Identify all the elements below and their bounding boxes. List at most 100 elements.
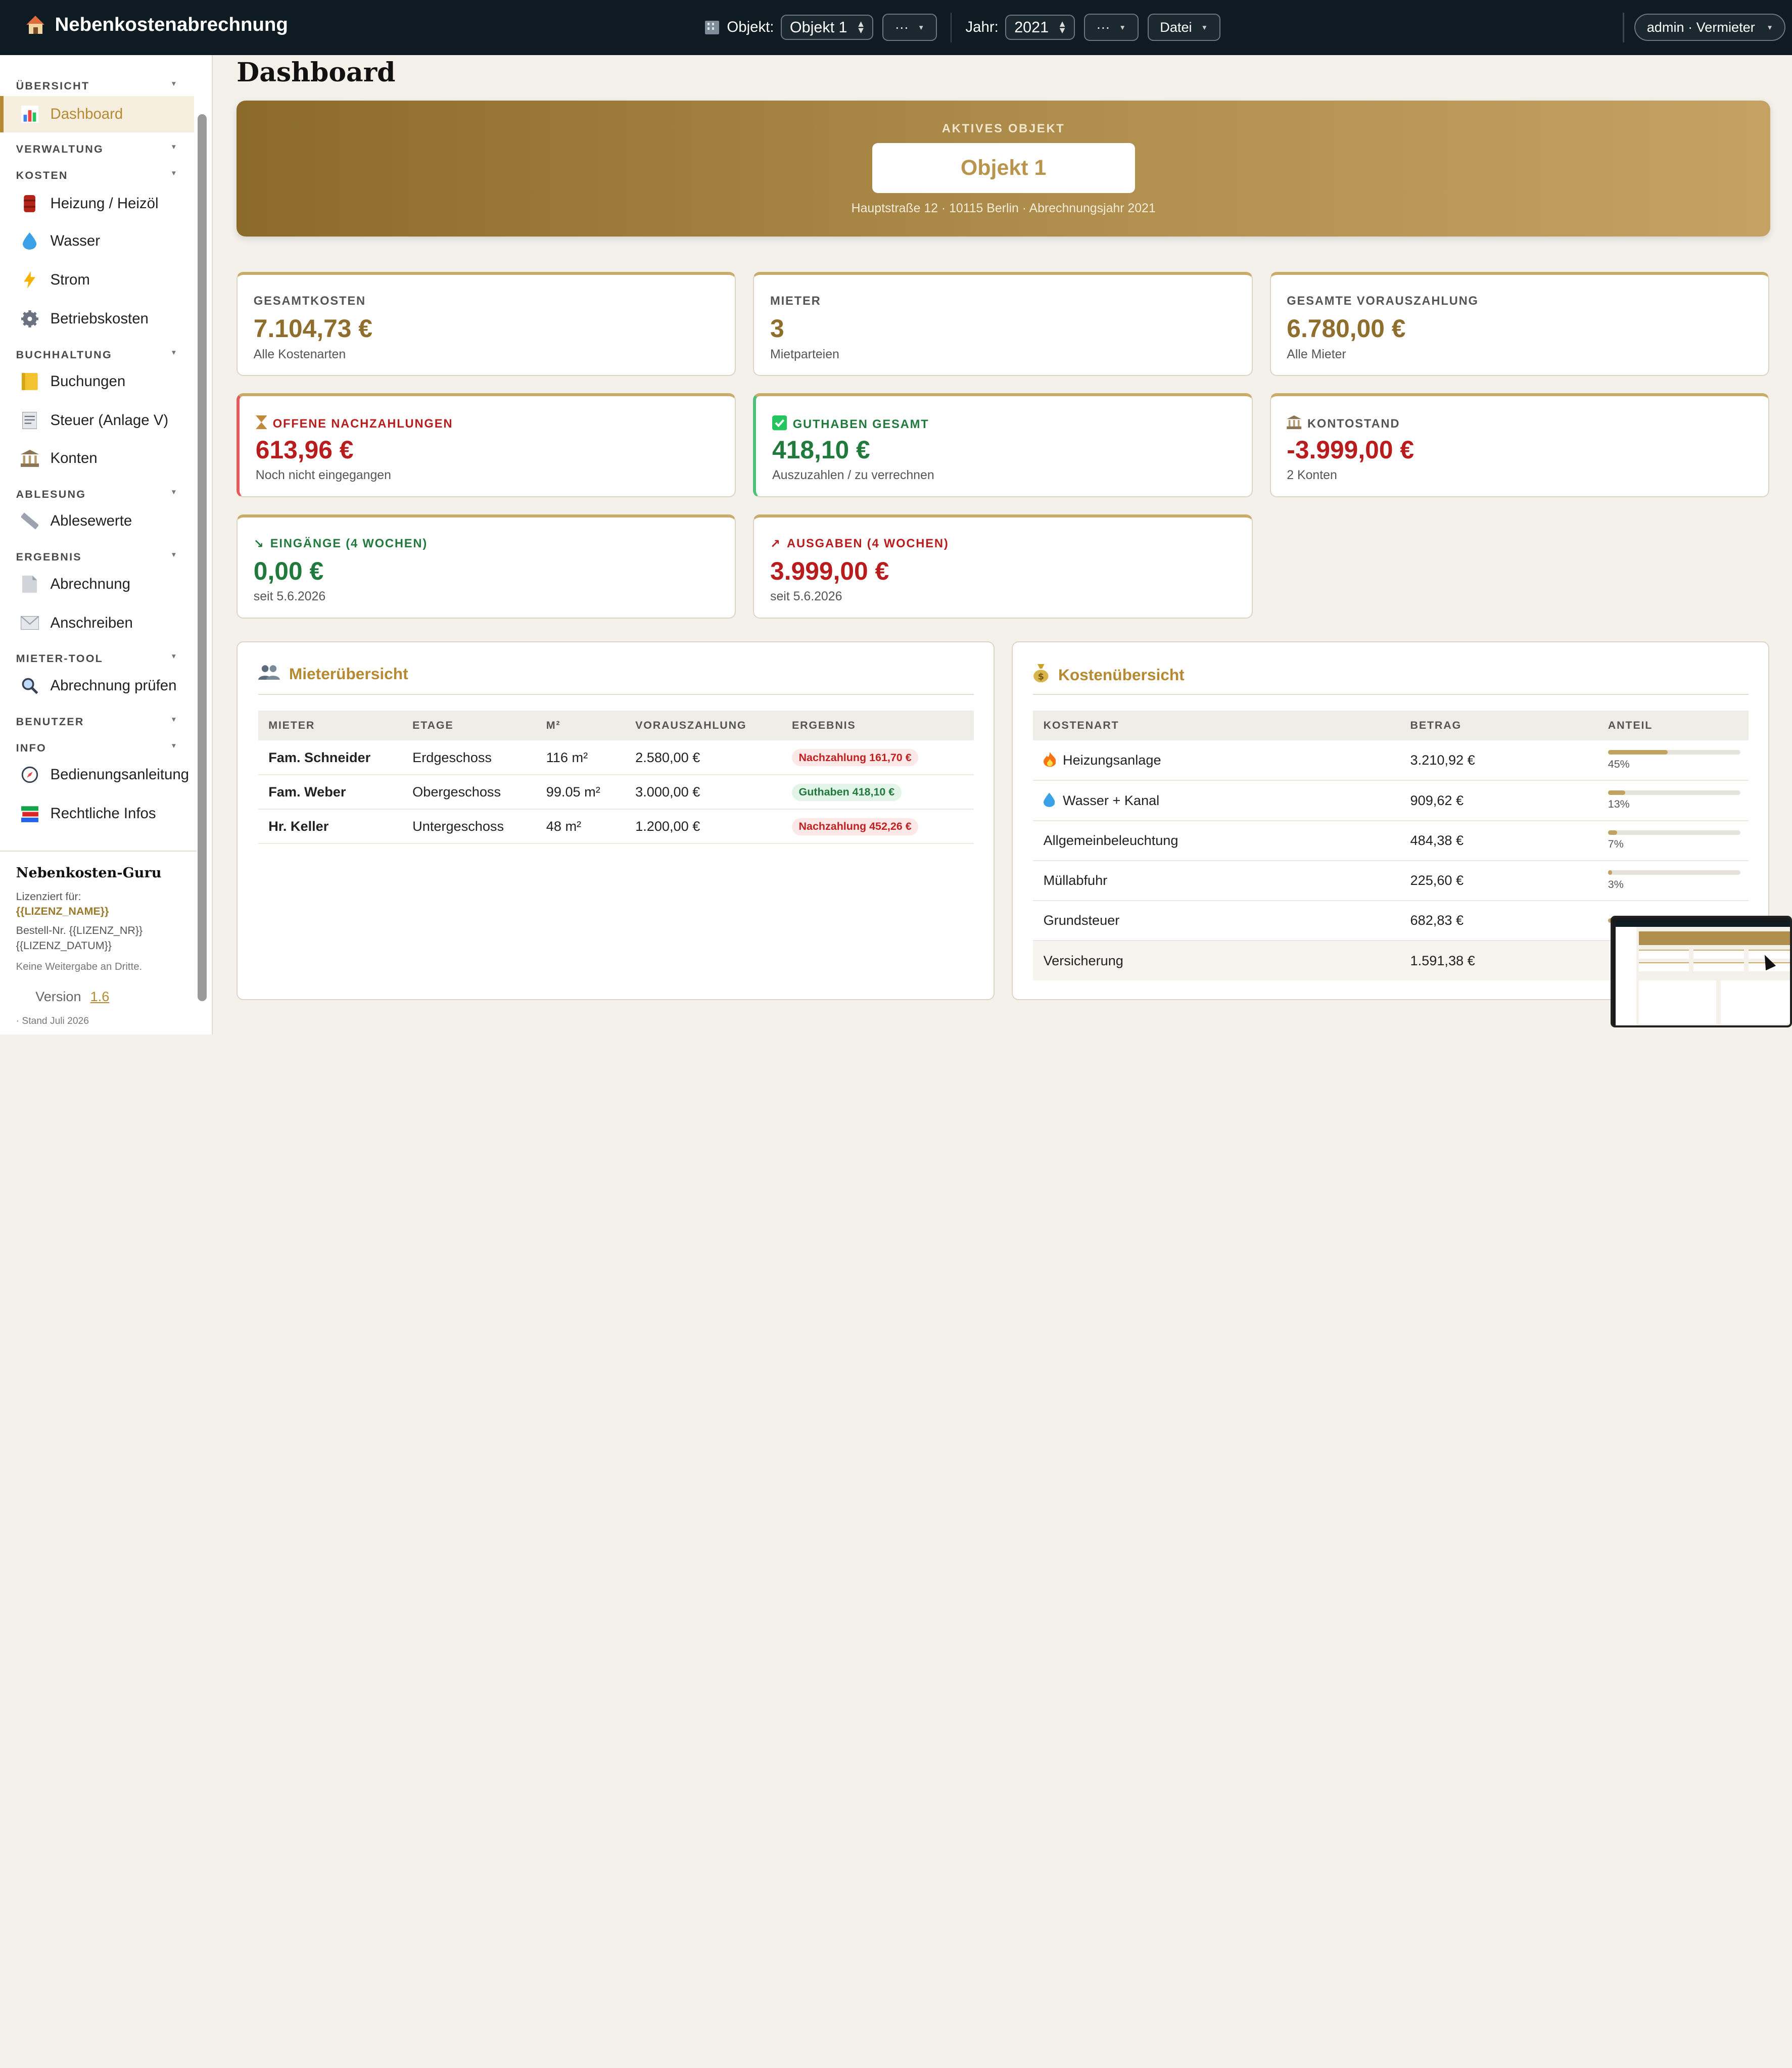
share-percent: 7% (1608, 838, 1624, 851)
divider (951, 12, 952, 42)
share-percent: 13% (1608, 798, 1630, 811)
sidebar-item-ablesewerte[interactable]: Ablesewerte (0, 503, 194, 539)
cost-amount: 225,60 € (1400, 860, 1598, 901)
sidebar-item-anschreiben[interactable]: Anschreiben (0, 604, 194, 641)
section-info[interactable]: INFO ▼ (16, 742, 178, 755)
section-kosten[interactable]: KOSTEN ▼ (16, 169, 178, 182)
share-bar-fill (1608, 830, 1618, 835)
sidebar-item-heizung[interactable]: Heizung / Heizöl (0, 185, 194, 221)
sidebar-item-steuer[interactable]: Steuer (Anlage V) (0, 402, 194, 439)
receipt-icon (21, 411, 39, 430)
arrow-down-right-icon: ↘ (253, 538, 265, 551)
objekt-more-button[interactable]: ··· ▼ (882, 14, 937, 41)
card-offene-nachzahlungen: OFFENE NACHZAHLUNGEN 613,96 € Noch nicht… (237, 393, 736, 497)
ledger-icon (21, 372, 39, 391)
sidebar-item-konten[interactable]: Konten (0, 440, 194, 477)
select-arrows-icon: ▲ ▼ (1058, 18, 1067, 36)
sidebar-item-abrechnung-pruefen[interactable]: Abrechnung prüfen (0, 668, 194, 704)
share-percent: 3% (1608, 878, 1624, 890)
brand[interactable]: Nebenkostenabrechnung (25, 14, 288, 36)
card-kontostand: KONTOSTAND -3.999,00 € 2 Konten (1269, 393, 1769, 497)
table-row[interactable]: Allgemeinbeleuchtung 484,38 € 7% (1033, 820, 1749, 861)
gear-icon (21, 310, 39, 328)
caret-down-icon: ▼ (1766, 23, 1773, 31)
section-mieter-tool[interactable]: MIETER-TOOL ▼ (16, 652, 178, 665)
sidebar-item-dashboard[interactable]: Dashboard (0, 96, 195, 133)
sidebar-item-betriebskosten[interactable]: Betriebskosten (0, 301, 194, 337)
caret-down-icon: ▼ (917, 23, 925, 31)
table-row[interactable]: Müllabfuhr 225,60 € 3% (1033, 860, 1749, 901)
table-row[interactable]: Hr. Keller Untergeschoss 48 m² 1.200,00 … (258, 809, 974, 844)
card-gesamtkosten: GESAMTKOSTEN 7.104,73 € Alle Kostenarten (237, 272, 736, 377)
column-header[interactable]: ERGEBNIS (781, 711, 974, 741)
table-row[interactable]: Fam. Schneider Erdgeschoss 116 m² 2.580,… (258, 740, 974, 776)
sidebar-item-abrechnung[interactable]: Abrechnung (0, 566, 194, 602)
caret-down-icon: ▼ (170, 169, 178, 177)
app-title: Nebenkostenabrechnung (55, 14, 288, 36)
section-buchhaltung[interactable]: BUCHHALTUNG ▼ (16, 349, 178, 361)
document-icon (21, 575, 39, 593)
table-row[interactable]: Fam. Weber Obergeschoss 99.05 m² 3.000,0… (258, 775, 974, 810)
license-name: {{LIZENZ_NAME}} (16, 905, 109, 917)
cost-type-name: Versicherung (1043, 953, 1123, 968)
share-percent: 45% (1608, 758, 1630, 770)
status-badge: Nachzahlung 452,26 € (791, 818, 919, 835)
section-ablesung[interactable]: ABLESUNG ▼ (16, 488, 178, 501)
section-ergebnis[interactable]: ERGEBNIS ▼ (16, 551, 178, 563)
object-year-controls: Objekt: Objekt 1 ▲ ▼ ··· ▼ Jahr: 2021 ▲ ▼ ·… (704, 12, 1220, 42)
cost-type-name: Heizungsanlage (1063, 752, 1161, 768)
sidebar-item-wasser[interactable]: Wasser (0, 223, 194, 259)
jahr-more-button[interactable]: ··· ▼ (1083, 14, 1139, 41)
screenshot-thumbnail[interactable] (1610, 915, 1792, 1028)
droplet-icon (1043, 792, 1063, 808)
datei-menu-button[interactable]: Datei ▼ (1147, 14, 1220, 41)
card-mieter: MIETER 3 Mietparteien (753, 272, 1253, 377)
column-header[interactable]: BETRAG (1400, 711, 1598, 741)
caret-down-icon: ▼ (170, 80, 178, 88)
table-row[interactable]: Wasser + Kanal 909,62 € 13% (1033, 780, 1749, 821)
objekt-select[interactable]: Objekt 1 ▲ ▼ (781, 15, 874, 40)
column-header[interactable]: M² (536, 711, 625, 741)
cost-type-name: Wasser + Kanal (1063, 792, 1160, 808)
oil-barrel-icon (21, 194, 39, 212)
stand-date: · Stand Juli 2026 (16, 1016, 89, 1027)
cost-amount: 1.591,38 € (1410, 953, 1475, 968)
fire-icon (1043, 752, 1063, 768)
user-menu-button[interactable]: admin · Vermieter ▼ (1634, 14, 1786, 41)
column-header[interactable]: ETAGE (402, 711, 536, 741)
column-header[interactable]: VORAUSZAHLUNG (625, 711, 782, 741)
sidebar-scrollbar[interactable] (198, 114, 207, 1002)
sidebar-item-rechtliche-infos[interactable]: Rechtliche Infos (0, 795, 194, 832)
section-uebersicht[interactable]: ÜBERSICHT ▼ (16, 80, 178, 92)
sidebar-item-buchungen[interactable]: Buchungen (0, 363, 194, 400)
column-header[interactable]: MIETER (258, 711, 402, 741)
section-verwaltung[interactable]: VERWALTUNG ▼ (16, 143, 178, 156)
sidebar: ÜBERSICHT ▼ Dashboard VERWALTUNG ▼ KOSTEN ▼… (0, 55, 213, 1035)
status-badge: Guthaben 418,10 € (791, 783, 902, 801)
share-bar (1608, 749, 1741, 755)
hourglass-icon (255, 415, 267, 433)
lightning-icon (21, 271, 39, 289)
share-bar (1608, 830, 1741, 835)
house-icon (25, 15, 46, 35)
cost-amount: 682,83 € (1400, 900, 1598, 941)
version-link[interactable]: 1.6 (90, 989, 110, 1004)
sidebar-item-strom[interactable]: Strom (0, 262, 194, 298)
sidebar-item-bedienungsanleitung[interactable]: Bedienungsanleitung (0, 757, 194, 793)
cost-type-name: Müllabfuhr (1043, 872, 1108, 888)
jahr-select[interactable]: 2021 ▲ ▼ (1005, 15, 1075, 40)
active-object-name[interactable]: Objekt 1 (872, 143, 1135, 194)
cost-amount: 3.210,92 € (1400, 740, 1598, 781)
objekt-label: Objekt: (727, 19, 774, 36)
section-benutzer[interactable]: BENUTZER ▼ (16, 716, 178, 728)
caret-down-icon: ▼ (170, 741, 178, 749)
column-header[interactable]: KOSTENART (1033, 711, 1400, 741)
compass-icon (21, 766, 39, 784)
caret-down-icon: ▼ (170, 143, 178, 151)
bar-chart-icon (21, 105, 39, 123)
table-row[interactable]: Heizungsanlage 3.210,92 € 45% (1033, 740, 1749, 781)
active-object-banner: AKTIVES OBJEKT Objekt 1 Hauptstraße 12 ·… (237, 101, 1771, 237)
hero-subtitle: Hauptstraße 12 · 10115 Berlin · Abrechnu… (851, 201, 1156, 216)
card-ausgaben: ↗ AUSGABEN (4 WOCHEN) 3.999,00 € seit 5.… (753, 514, 1253, 619)
column-header[interactable]: ANTEIL (1597, 711, 1749, 741)
